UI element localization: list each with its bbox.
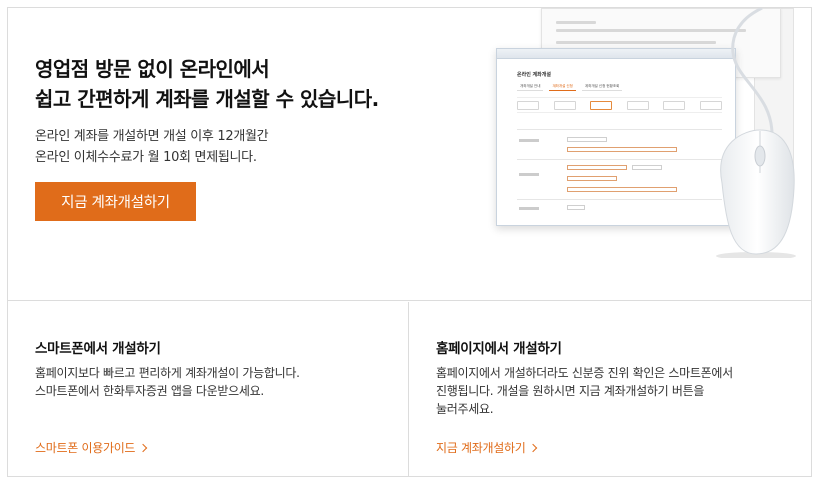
window-titlebar: [497, 49, 735, 59]
hero-section: 영업점 방문 없이 온라인에서 쉽고 간편하게 계좌를 개설할 수 있습니다. …: [8, 8, 811, 301]
card-desc-line: 진행됩니다. 개설을 원하시면 지금 계좌개설하기 버튼을: [436, 384, 705, 398]
smartphone-open-card: 스마트폰에서 개설하기 홈페이지보다 빠르고 편리하게 계좌개설이 가능합니다.…: [8, 302, 409, 477]
step-icon: [663, 101, 686, 110]
hero-desc-line-2: 온라인 이체수수료가 월 10회 면제됩니다.: [35, 150, 257, 165]
window-title: 온라인 계좌개설: [517, 72, 551, 78]
step-icon: [517, 101, 539, 110]
card-description: 홈페이지에서 개설하더라도 신분증 진위 확인은 스마트폰에서 진행됩니다. 개…: [436, 364, 796, 418]
hero-title-line-1: 영업점 방문 없이 온라인에서: [35, 57, 270, 81]
account-opening-panel: 영업점 방문 없이 온라인에서 쉽고 간편하게 계좌를 개설할 수 있습니다. …: [7, 7, 812, 477]
window-tabs: 개좌개설 안내 계좌개설 신청 계좌개설 신청 현황조회: [517, 83, 623, 91]
card-description: 홈페이지보다 빠르고 편리하게 계좌개설이 가능합니다. 스마트폰에서 한화투자…: [35, 364, 395, 400]
card-desc-line: 스마트폰에서 한화투자증권 앱을 다운받으세요.: [35, 384, 264, 398]
card-desc-line: 홈페이지보다 빠르고 편리하게 계좌개설이 가능합니다.: [35, 366, 300, 380]
hero-desc-line-1: 온라인 계좌를 개설하면 개설 이후 12개월간: [35, 129, 269, 144]
card-desc-line: 홈페이지에서 개설하더라도 신분증 진위 확인은 스마트폰에서: [436, 366, 733, 380]
step-icon: [553, 101, 576, 110]
smartphone-guide-link[interactable]: 스마트폰 이용가이드: [35, 439, 148, 456]
link-label: 지금 계좌개설하기: [436, 441, 526, 455]
chevron-right-icon: [529, 443, 538, 452]
card-title: 스마트폰에서 개설하기: [35, 341, 161, 357]
card-title: 홈페이지에서 개설하기: [436, 341, 562, 357]
hero-title: 영업점 방문 없이 온라인에서 쉽고 간편하게 계좌를 개설할 수 있습니다.: [35, 54, 379, 114]
browser-window-illustration: 온라인 계좌개설 개좌개설 안내 계좌개설 신청 계좌개설 신청 현황조회: [496, 48, 736, 226]
homepage-open-card: 홈페이지에서 개설하기 홈페이지에서 개설하더라도 신분증 진위 확인은 스마트…: [410, 302, 811, 477]
account-form-illustration: 온라인 계좌개설 개좌개설 안내 계좌개설 신청 계좌개설 신청 현황조회: [486, 8, 811, 300]
open-account-now-link[interactable]: 지금 계좌개설하기: [436, 439, 538, 456]
step-icon: [626, 101, 649, 110]
hero-description: 온라인 계좌를 개설하면 개설 이후 12개월간 온라인 이체수수료가 월 10…: [35, 126, 269, 168]
window-tab: 개좌개설 안내: [517, 83, 544, 91]
card-desc-line: 눌러주세요.: [436, 402, 494, 416]
step-icon-active: [590, 101, 613, 110]
window-tab: 계좌개설 신청 현황조회: [581, 83, 623, 91]
step-indicator: [517, 97, 722, 113]
hero-title-line-2: 쉽고 간편하게 계좌를 개설할 수 있습니다.: [35, 87, 379, 111]
open-account-now-button[interactable]: 지금 계좌개설하기: [35, 182, 196, 221]
mouse-icon: [716, 8, 796, 258]
window-tab-active: 계좌개설 신청: [549, 83, 576, 91]
chevron-right-icon: [138, 443, 148, 452]
link-label: 스마트폰 이용가이드: [35, 441, 136, 455]
